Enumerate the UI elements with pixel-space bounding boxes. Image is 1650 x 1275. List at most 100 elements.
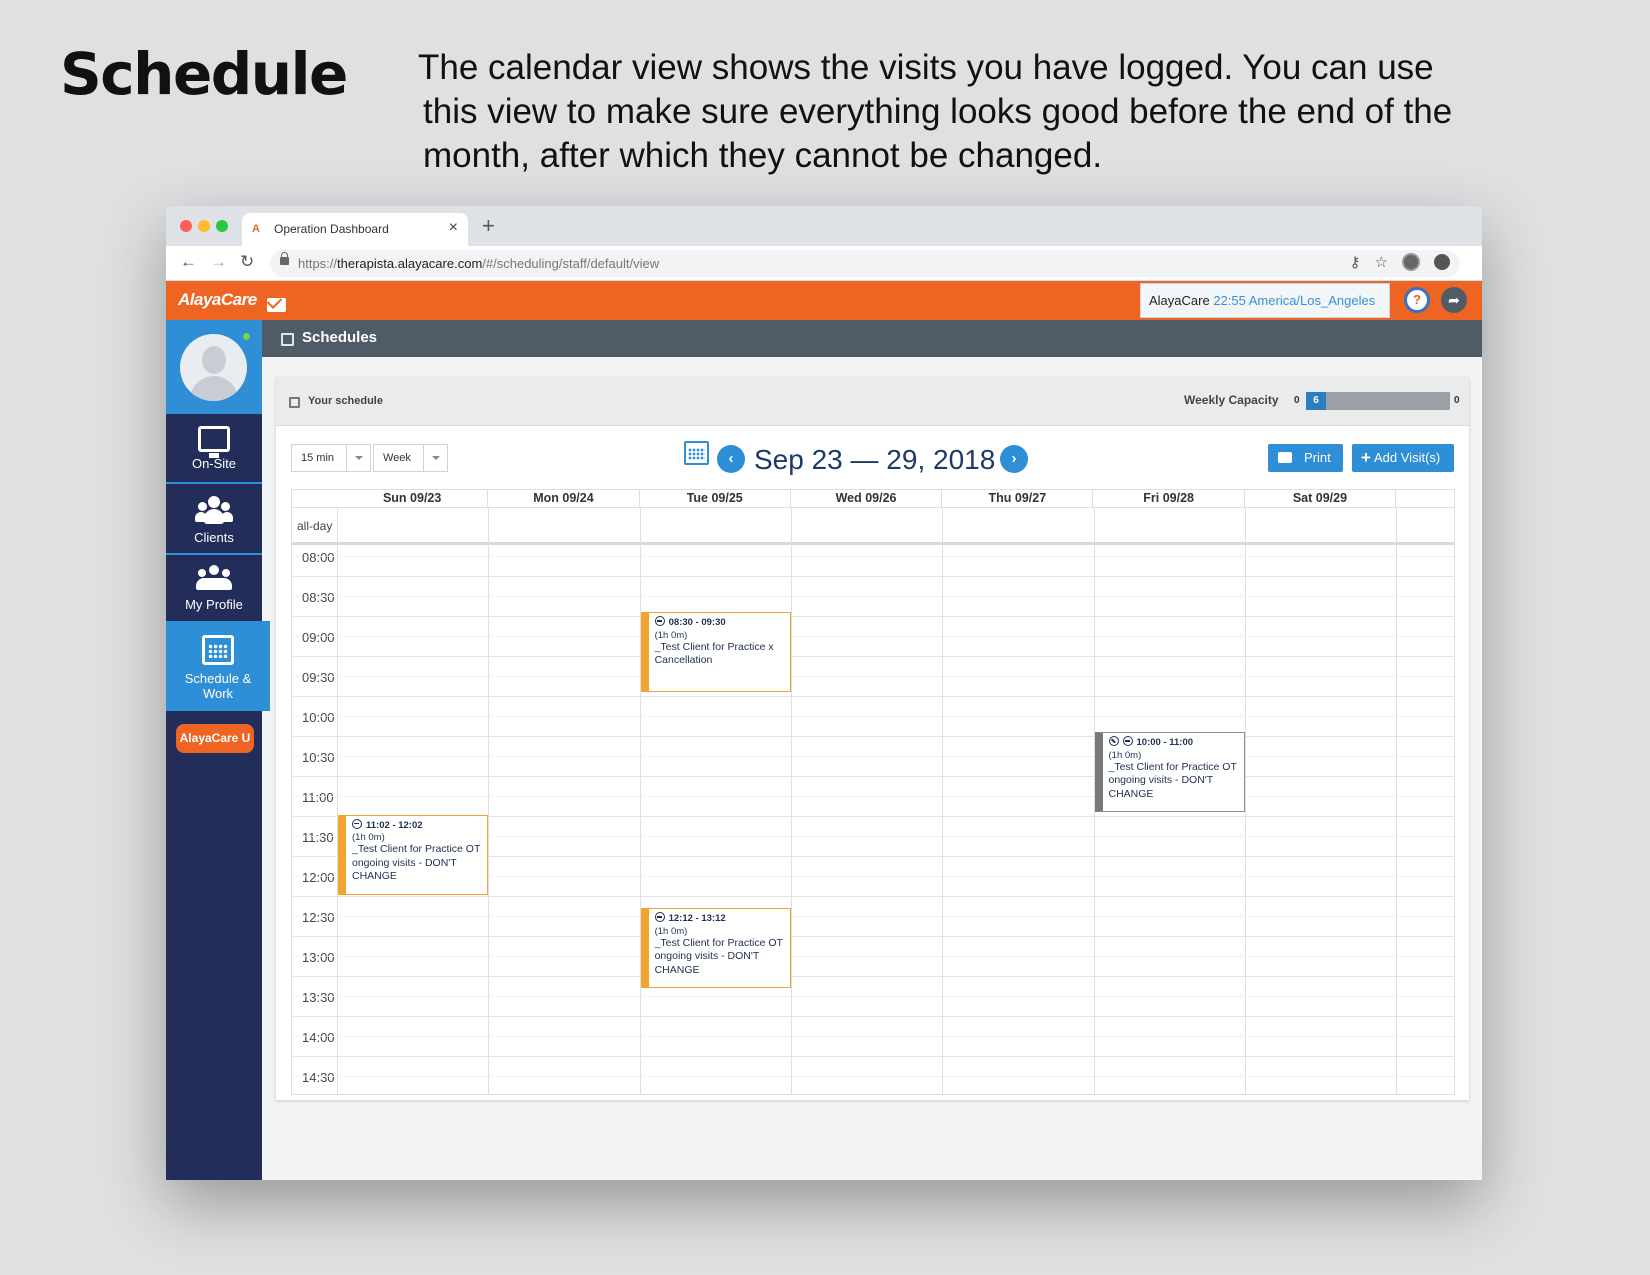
visit-client-title: _Test Client for Practice OT ongoing vis…: [352, 843, 481, 883]
time-slot-line: [292, 736, 1454, 737]
sidebar-item-label: Schedule & Work: [184, 671, 252, 701]
day-header[interactable]: Sun 09/23: [337, 490, 489, 507]
browser-tab[interactable]: A Operation Dashboard ×: [242, 213, 468, 246]
sidebar-item-on-site[interactable]: On-Site: [166, 414, 262, 484]
time-slot-half-line: [292, 556, 1454, 557]
description-line: month, after which they cannot be change…: [423, 136, 1103, 175]
time-slot-half-line: [292, 716, 1454, 717]
reload-icon[interactable]: ↻: [240, 252, 254, 272]
close-window-button[interactable]: [180, 220, 192, 232]
time-slot-label: 12:30: [302, 910, 335, 925]
day-header[interactable]: Wed 09/26: [791, 490, 943, 507]
time-slot-half-line: [292, 596, 1454, 597]
app-header: AlayaCare AlayaCare 22:55 America/Los_An…: [166, 281, 1482, 320]
sidebar-item-schedule-work[interactable]: Schedule & Work: [166, 621, 270, 711]
schedules-subheader: Schedules: [262, 320, 1482, 357]
previous-week-button[interactable]: ‹: [717, 445, 745, 473]
weekly-capacity-label: Weekly Capacity: [1184, 393, 1279, 407]
add-visits-label: Add Visit(s): [1374, 450, 1441, 465]
all-day-row[interactable]: all-day: [292, 507, 1454, 545]
back-arrow-icon[interactable]: ←: [180, 252, 197, 272]
time-slot-line: [292, 936, 1454, 937]
time-slot-line: [292, 696, 1454, 697]
profile-avatar-icon[interactable]: [1402, 253, 1420, 271]
time-slot-half-line: [292, 916, 1454, 917]
time-slot-label: 09:00: [302, 630, 335, 645]
section-title: Schedules: [302, 329, 378, 346]
schedule-panel: Your schedule Weekly Capacity 0 6 0 15 m…: [276, 377, 1469, 1100]
next-week-button[interactable]: ›: [1000, 445, 1028, 473]
browser-tab-bar: A Operation Dashboard × +: [166, 206, 1482, 246]
time-slot-label: 14:30: [302, 1070, 335, 1085]
visit-duration: (1h 0m): [654, 629, 688, 641]
day-header[interactable]: Fri 09/28: [1094, 490, 1245, 507]
day-header[interactable]: Mon 09/24: [488, 490, 640, 507]
visit-event[interactable]: 08:30 - 09:30 (1h 0m) _Test Client for Pra…: [640, 612, 791, 692]
update-icon[interactable]: ⬆: [1434, 254, 1450, 270]
clock-icon: [654, 616, 665, 626]
visit-client-title: _Test Client for Practice x Cancellation: [654, 640, 774, 667]
avatar[interactable]: [180, 334, 247, 401]
local-time: 22:55 America/Los_Angeles: [1213, 293, 1376, 308]
printer-icon: [1278, 452, 1292, 463]
clock-icon: [654, 912, 665, 922]
date-range-title: Sep 23 — 29, 2018: [754, 444, 996, 475]
sidebar-item-my-profile[interactable]: My Profile: [166, 555, 262, 621]
close-tab-icon[interactable]: ×: [449, 219, 458, 237]
capacity-fill: 6: [1306, 392, 1326, 410]
clock-icon: [1122, 736, 1133, 746]
share-arrow-icon[interactable]: ➦: [1441, 287, 1467, 313]
visit-event[interactable]: 11:02 - 12:02 (1h 0m) _Test Client for Pra…: [338, 814, 489, 895]
visit-event[interactable]: 12:12 - 13:12 (1h 0m) _Test Client for Pra…: [640, 908, 791, 988]
time-slot-label: 14:00: [302, 1030, 335, 1045]
time-slot-label: 11:30: [302, 830, 334, 845]
alayacare-logo[interactable]: AlayaCare: [178, 290, 257, 310]
day-header[interactable]: Sat 09/29: [1245, 490, 1397, 507]
star-icon[interactable]: ☆: [1375, 253, 1388, 271]
add-visits-button[interactable]: + Add Visit(s): [1352, 444, 1454, 472]
alayacare-university-button[interactable]: AlayaCare U: [176, 724, 254, 753]
alayacare-favicon-icon: A: [252, 223, 260, 235]
cancelled-icon: [1108, 736, 1119, 746]
sidebar-item-label: On-Site: [191, 456, 237, 471]
day-header[interactable]: Thu 09/27: [942, 490, 1094, 507]
online-status-dot: [243, 333, 250, 340]
forward-arrow-icon[interactable]: →: [210, 252, 227, 272]
user-avatar-panel[interactable]: [166, 320, 262, 414]
calendar-picker-icon[interactable]: [684, 441, 709, 465]
help-icon[interactable]: ?: [1404, 287, 1430, 313]
visit-time: 11:02 - 12:02: [352, 818, 487, 833]
address-bar[interactable]: https://therapista.alayacare.com/#/sched…: [270, 250, 1460, 277]
day-header[interactable]: Tue 09/25: [640, 490, 791, 507]
time-slot-label: 10:30: [302, 750, 335, 765]
time-slot-label: 08:00: [302, 550, 335, 565]
time-slot-label: 11:00: [302, 790, 334, 805]
clients-icon: [194, 494, 234, 526]
time-slot-half-line: [292, 636, 1454, 637]
visit-event[interactable]: 10:00 - 11:00 (1h 0m) _Test Client for Pra…: [1094, 732, 1245, 812]
org-name: AlayaCare: [1149, 293, 1210, 308]
calendar-icon: [202, 635, 234, 665]
print-button[interactable]: Print: [1268, 444, 1343, 472]
monitor-icon: [198, 426, 230, 458]
time-slot-line: [292, 896, 1454, 897]
clock-icon: [352, 818, 362, 829]
key-icon[interactable]: ⚷: [1350, 253, 1361, 271]
maximize-window-button[interactable]: [216, 220, 228, 232]
mail-icon[interactable]: [267, 298, 286, 312]
time-slot-label: 13:00: [302, 950, 335, 965]
description-line: this view to make sure everything looks …: [423, 92, 1453, 131]
visit-time: 08:30 - 09:30: [654, 616, 790, 630]
minimize-window-button[interactable]: [198, 220, 210, 232]
visit-time: 10:00 - 11:00: [1108, 736, 1244, 750]
new-tab-icon[interactable]: +: [482, 213, 495, 239]
time-slot-label: 10:00: [302, 710, 335, 725]
panel-title: Your schedule: [308, 395, 383, 407]
time-slot-label: 08:30: [302, 590, 335, 605]
browser-toolbar: ← → ↻ https://therapista.alayacare.com/#…: [166, 246, 1482, 281]
description-line: The calendar view shows the visits you h…: [418, 48, 1434, 87]
profile-team-icon: [194, 565, 234, 593]
time-slot-line: [292, 976, 1454, 977]
sidebar-item-label: My Profile: [185, 597, 243, 612]
sidebar-item-clients[interactable]: Clients: [166, 484, 262, 555]
